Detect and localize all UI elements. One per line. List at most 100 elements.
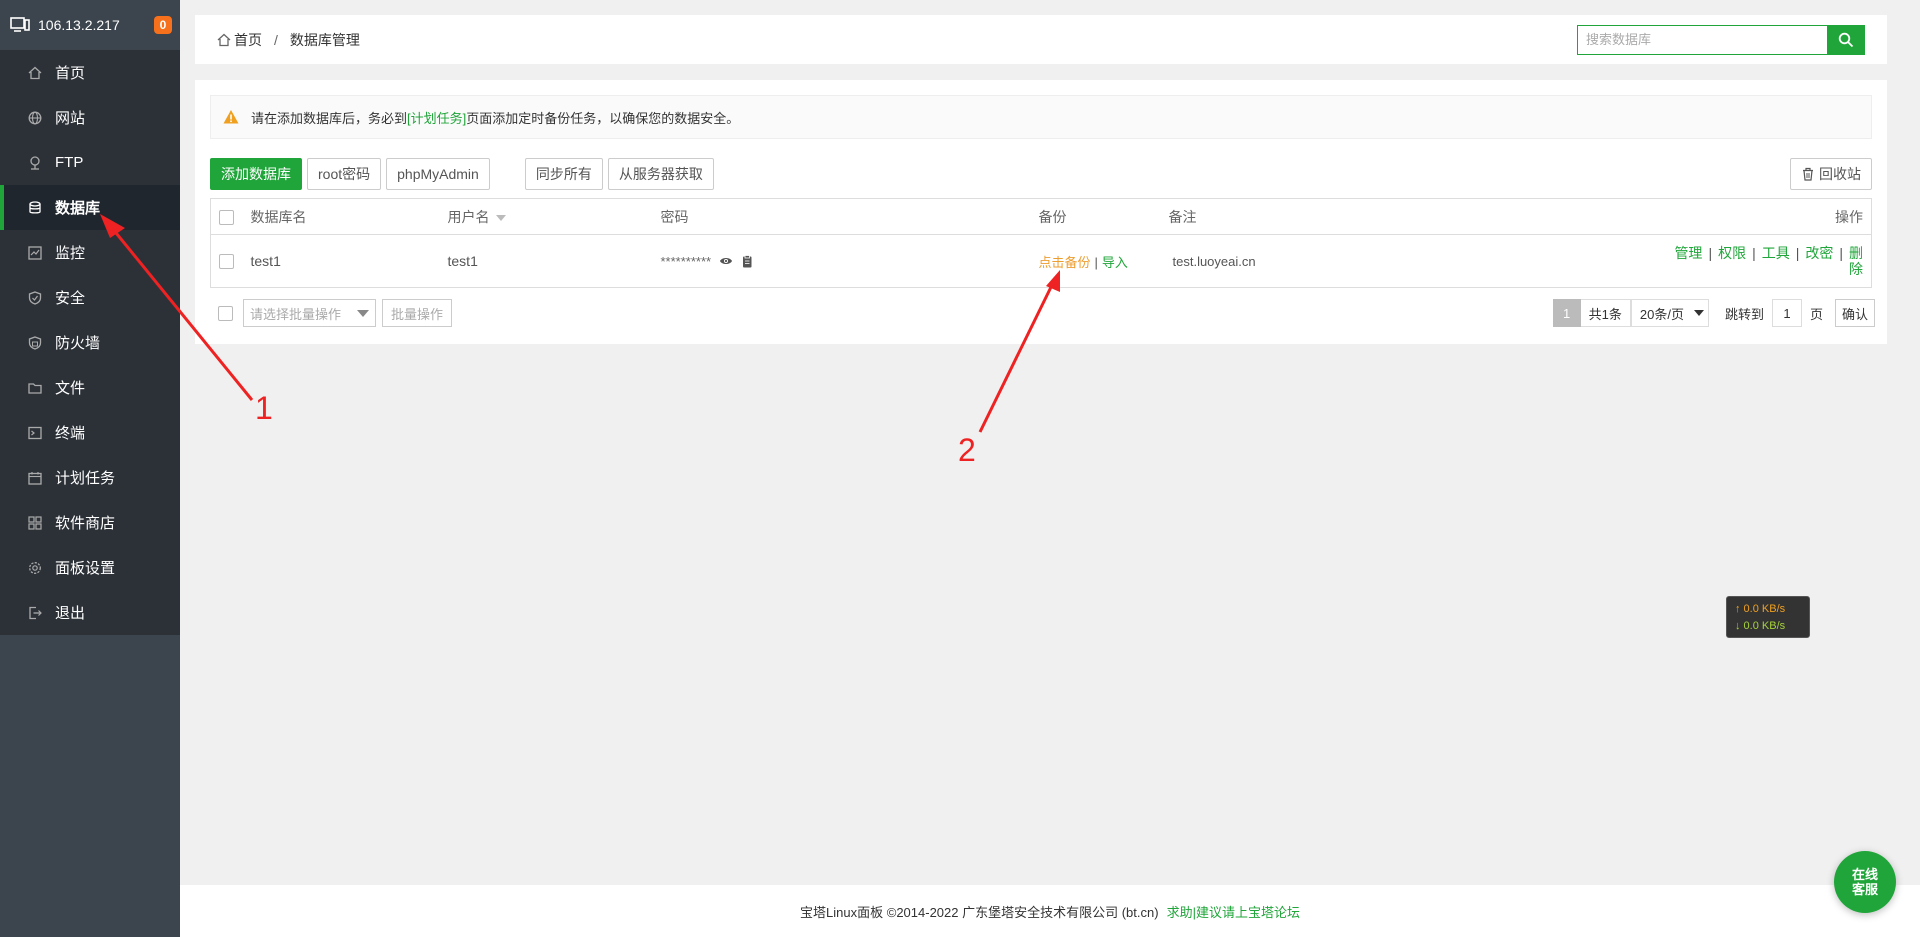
sidebar-item-website[interactable]: 网站 (0, 95, 180, 140)
sidebar: 106.13.2.217 0 首页 网站 FTP 数据库 监控 安全 防火墙 文… (0, 0, 180, 937)
permission-link[interactable]: 权限 (1718, 245, 1746, 261)
cell-note: test.luoyeai.cn (1172, 253, 1256, 269)
search-input[interactable] (1577, 24, 1827, 55)
chevron-down-icon (357, 309, 369, 317)
batch-operation-button[interactable]: 批量操作 (382, 299, 453, 327)
sidebar-item-terminal[interactable]: 终端 (0, 410, 180, 455)
table-header-row: 数据库名 用户名 密码 备份 备注 操作 (210, 198, 1872, 235)
apps-icon (27, 515, 43, 531)
phpmyadmin-button[interactable]: phpMyAdmin (386, 158, 490, 190)
root-password-button[interactable]: root密码 (307, 158, 382, 190)
column-header-ops: 操作 (1835, 208, 1863, 225)
sidebar-item-settings[interactable]: 面板设置 (0, 545, 180, 590)
download-speed: ↓ 0.0 KB/s (1735, 620, 1786, 632)
sidebar-item-store[interactable]: 软件商店 (0, 500, 180, 545)
home-icon (217, 33, 231, 46)
trash-icon (1803, 167, 1813, 181)
page-footer: 宝塔Linux面板 ©2014-2022 广东堡塔安全技术有限公司 (bt.cn… (180, 885, 1920, 937)
fetch-from-server-button[interactable]: 从服务器获取 (607, 158, 714, 190)
import-link[interactable]: 导入 (1102, 255, 1128, 270)
online-support-button[interactable]: 在线 客服 (1834, 851, 1896, 913)
breadcrumb: 首页 / 数据库管理 (217, 30, 360, 50)
sidebar-item-label: 安全 (55, 290, 86, 307)
monitor-icon (10, 17, 30, 32)
ops-separator: | (1752, 245, 1756, 261)
annotation-label-1: 1 (255, 390, 273, 426)
batch-select-checkbox[interactable] (218, 305, 233, 321)
sidebar-item-home[interactable]: 首页 (0, 50, 180, 95)
page-size-select[interactable]: 20条/页 (1630, 299, 1709, 327)
sidebar-item-label: 数据库 (55, 200, 101, 217)
add-database-button[interactable]: 添加数据库 (210, 158, 302, 190)
batch-operation-select[interactable]: 请选择批量操作 (243, 299, 376, 327)
sidebar-item-label: 首页 (55, 65, 86, 82)
sync-all-button[interactable]: 同步所有 (524, 158, 603, 190)
recycle-bin-button[interactable]: 回收站 (1790, 158, 1872, 190)
sidebar-item-security[interactable]: 安全 (0, 275, 180, 320)
sidebar-item-label: 防火墙 (55, 335, 101, 352)
sidebar-item-label: FTP (55, 154, 84, 171)
search-button[interactable] (1827, 24, 1865, 55)
sidebar-menu: 首页 网站 FTP 数据库 监控 安全 防火墙 文件 终端 计划任务 软件商店 … (0, 50, 180, 635)
search-box (1577, 24, 1865, 55)
annotation-label-2: 2 (958, 432, 976, 468)
server-ip: 106.13.2.217 (38, 17, 120, 33)
sidebar-item-cron[interactable]: 计划任务 (0, 455, 180, 500)
sidebar-item-database[interactable]: 数据库 (0, 185, 180, 230)
backup-separator: | (1094, 254, 1098, 270)
page-current[interactable]: 1 (1552, 299, 1581, 327)
backup-notice: 请在添加数据库后，务必到 [计划任务] 页面添加定时备份任务，以确保您的数据安全… (210, 95, 1872, 139)
row-checkbox[interactable] (219, 254, 234, 270)
ops-cell: 管理 | 权限 | 工具 | 改密 | 删除 (1589, 235, 1872, 288)
sidebar-item-monitor[interactable]: 监控 (0, 230, 180, 275)
sidebar-item-firewall[interactable]: 防火墙 (0, 320, 180, 365)
jump-page-input[interactable]: 1 (1771, 299, 1802, 327)
page-size-value: 20条/页 (1639, 306, 1684, 322)
notice-text-after: 页面添加定时备份任务，以确保您的数据安全。 (466, 110, 740, 126)
top-bar: 首页 / 数据库管理 (195, 15, 1887, 64)
breadcrumb-home-link[interactable]: 首页 (234, 30, 262, 50)
sidebar-item-logout[interactable]: 退出 (0, 590, 180, 635)
password-cell: ********** (661, 254, 1039, 269)
column-header-user[interactable]: 用户名 (448, 199, 661, 235)
column-header-name: 数据库名 (250, 208, 307, 225)
manage-link[interactable]: 管理 (1674, 245, 1702, 261)
sidebar-item-files[interactable]: 文件 (0, 365, 180, 410)
ops-separator: | (1708, 245, 1713, 261)
network-speed-widget[interactable]: ↑ 0.0 KB/s ↓ 0.0 KB/s (1726, 596, 1810, 638)
forum-link[interactable]: 求助|建议请上宝塔论坛 (1167, 902, 1300, 921)
notification-badge[interactable]: 0 (154, 16, 172, 34)
sidebar-item-ftp[interactable]: FTP (0, 140, 180, 185)
cell-db-name: test1 (250, 253, 281, 269)
sidebar-item-label: 计划任务 (55, 470, 116, 487)
cron-task-link[interactable]: [计划任务] (407, 108, 466, 127)
backup-link[interactable]: 点击备份 (1039, 255, 1091, 270)
firewall-icon (27, 335, 43, 351)
column-header-note: 备注 (1168, 208, 1197, 225)
eye-icon[interactable] (719, 256, 733, 266)
breadcrumb-separator: / (274, 31, 278, 48)
column-header-backup: 备份 (1038, 208, 1067, 225)
table-row: test1 test1 ********** 点击备份 | 导入 test.luoy… (211, 235, 1872, 288)
select-all-checkbox[interactable] (219, 209, 234, 225)
ftp-icon (27, 155, 43, 171)
recycle-bin-label: 回收站 (1819, 166, 1861, 182)
ops-separator: | (1839, 245, 1843, 261)
notice-text-before: 请在添加数据库后，务必到 (251, 110, 408, 126)
password-mask: ********** (660, 253, 712, 269)
logout-icon (27, 605, 43, 621)
sidebar-item-label: 文件 (55, 380, 86, 397)
globe-icon (27, 110, 43, 126)
home-icon (27, 65, 43, 81)
batch-select-placeholder: 请选择批量操作 (250, 306, 342, 322)
server-header[interactable]: 106.13.2.217 0 (0, 0, 180, 50)
chevron-down-icon (1693, 310, 1704, 316)
jump-confirm-button[interactable]: 确认 (1834, 299, 1875, 327)
calendar-icon (27, 470, 43, 486)
column-header-password: 密码 (660, 208, 689, 225)
tools-link[interactable]: 工具 (1762, 245, 1790, 261)
delete-link[interactable]: 删除 (1849, 245, 1863, 277)
warning-icon (223, 110, 239, 124)
change-password-link[interactable]: 改密 (1805, 245, 1833, 261)
copy-icon[interactable] (741, 254, 753, 268)
